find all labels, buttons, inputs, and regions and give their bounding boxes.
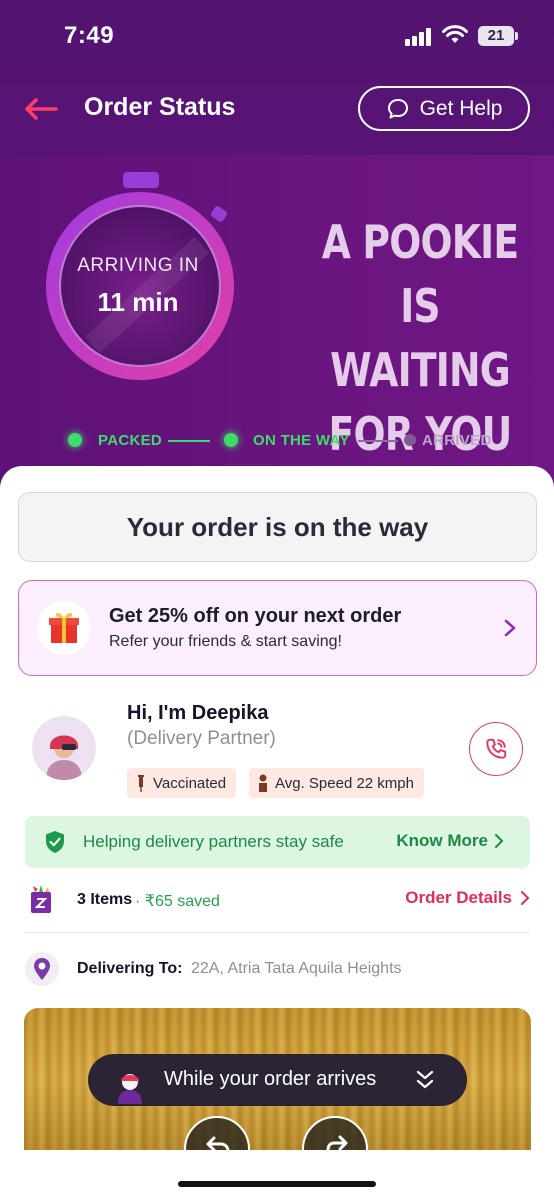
delivery-address: 22A, Atria Tata Aquila Heights — [191, 960, 402, 977]
promo-tagline: A POOKIE IS WAITING FOR YOU — [322, 210, 519, 466]
status-time: 7:49 — [64, 22, 115, 49]
order-status-text: Your order is on the way — [126, 511, 429, 542]
divider — [25, 932, 530, 933]
step-connector — [168, 440, 210, 442]
partner-name: Hi, I'm Deepika — [127, 702, 269, 724]
shield-check-icon — [46, 831, 64, 853]
battery-icon: 21 — [478, 26, 518, 46]
chevron-right-icon — [495, 834, 504, 848]
order-progress: PACKED ON THE WAY ARRIVED — [66, 430, 506, 454]
get-help-button[interactable]: Get Help — [358, 86, 530, 131]
phone-icon — [486, 738, 507, 759]
items-saved-value: ₹65 saved — [144, 893, 220, 910]
order-items-row: 3 Items · ₹65 saved Order Details — [25, 880, 530, 920]
referral-title: Get 25% off on your next order — [109, 605, 402, 627]
chevron-right-icon — [521, 891, 530, 905]
call-partner-button[interactable] — [469, 722, 523, 776]
order-details-label: Order Details — [405, 888, 512, 907]
items-separator: · — [135, 893, 141, 910]
delivery-address-row: Delivering To: 22A, Atria Tata Aquila He… — [25, 950, 530, 990]
referral-banner[interactable]: Get 25% off on your next order Refer you… — [18, 580, 537, 676]
order-status-card: Your order is on the way — [18, 492, 537, 562]
location-pin-icon — [25, 952, 59, 986]
arriving-in-label: ARRIVING IN — [77, 255, 199, 276]
items-saved: · ₹65 saved — [135, 891, 220, 911]
step-arrived-dot — [404, 434, 416, 446]
back-arrow-icon[interactable] — [22, 94, 58, 124]
tagline-line-2: IS WAITING — [330, 279, 511, 397]
step-packed-label: PACKED — [98, 432, 163, 449]
partner-role: (Delivery Partner) — [127, 728, 276, 749]
bottom-bar — [0, 1150, 554, 1200]
safety-text: Helping delivery partners stay safe — [83, 832, 344, 851]
wifi-icon — [442, 25, 468, 43]
chevron-down-icon — [416, 1070, 434, 1089]
vaccinated-label: Vaccinated — [153, 774, 227, 792]
delivery-partner-avatar — [32, 716, 96, 780]
cellular-signal-icon — [405, 28, 433, 46]
know-more-label: Know More — [396, 831, 488, 850]
step-connector — [358, 440, 398, 442]
know-more-link[interactable]: Know More — [396, 831, 504, 851]
chat-bubble-icon — [387, 98, 408, 118]
avg-speed-badge: Avg. Speed 22 kmph — [249, 768, 424, 798]
syringe-icon — [138, 775, 144, 792]
while-order-arrives-label: While your order arrives — [164, 1068, 377, 1090]
vaccinated-badge: Vaccinated — [127, 768, 237, 798]
chevron-right-icon — [504, 619, 516, 637]
tagline-line-1: A POOKIE — [321, 215, 519, 269]
get-help-label: Get Help — [419, 96, 503, 120]
status-bar: 7:49 21 — [0, 0, 554, 72]
gift-icon — [37, 601, 91, 655]
referral-subtitle: Refer your friends & start saving! — [109, 633, 342, 650]
order-details-link[interactable]: Order Details — [405, 888, 530, 908]
rider-avatar-icon — [118, 1074, 142, 1104]
safety-banner: Helping delivery partners stay safe Know… — [25, 816, 530, 868]
while-order-arrives-toggle[interactable]: While your order arrives — [88, 1054, 467, 1106]
avg-speed-label: Avg. Speed 22 kmph — [275, 774, 414, 792]
step-arrived-label: ARRIVED — [422, 432, 492, 449]
step-on-the-way-dot — [224, 433, 238, 447]
step-on-the-way-label: ON THE WAY — [253, 432, 350, 449]
page-title: Order Status — [84, 93, 236, 121]
shopping-bag-icon — [31, 885, 51, 913]
stopwatch-timer — [46, 172, 234, 380]
items-count: 3 Items — [77, 891, 133, 908]
delivering-to-label: Delivering To: — [77, 960, 183, 977]
eta-value: 11 min — [97, 287, 179, 317]
home-indicator[interactable] — [178, 1181, 376, 1187]
rider-icon — [259, 774, 267, 792]
step-packed-dot — [68, 433, 82, 447]
